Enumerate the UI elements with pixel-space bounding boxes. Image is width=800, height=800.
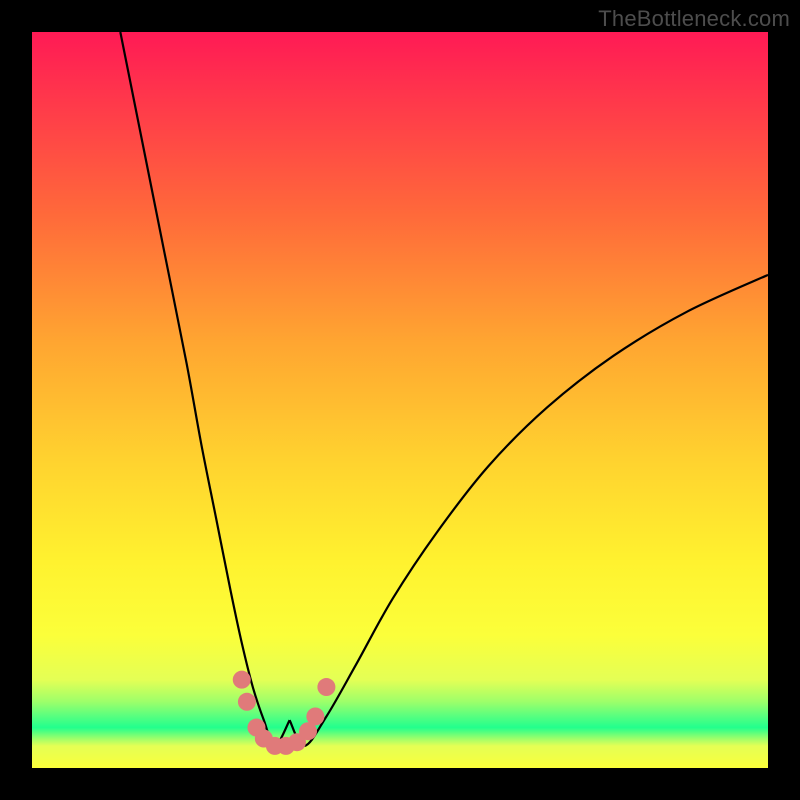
highlight-dot	[306, 707, 324, 725]
watermark-label: TheBottleneck.com	[598, 6, 790, 32]
highlight-dots	[233, 671, 336, 755]
chart-frame: TheBottleneck.com	[0, 0, 800, 800]
plot-area	[32, 32, 768, 768]
highlight-dot	[238, 693, 256, 711]
curve-layer	[32, 32, 768, 768]
highlight-dot	[233, 671, 251, 689]
highlight-dot	[317, 678, 335, 696]
left-branch-curve	[120, 32, 289, 746]
right-branch-curve	[290, 275, 768, 746]
